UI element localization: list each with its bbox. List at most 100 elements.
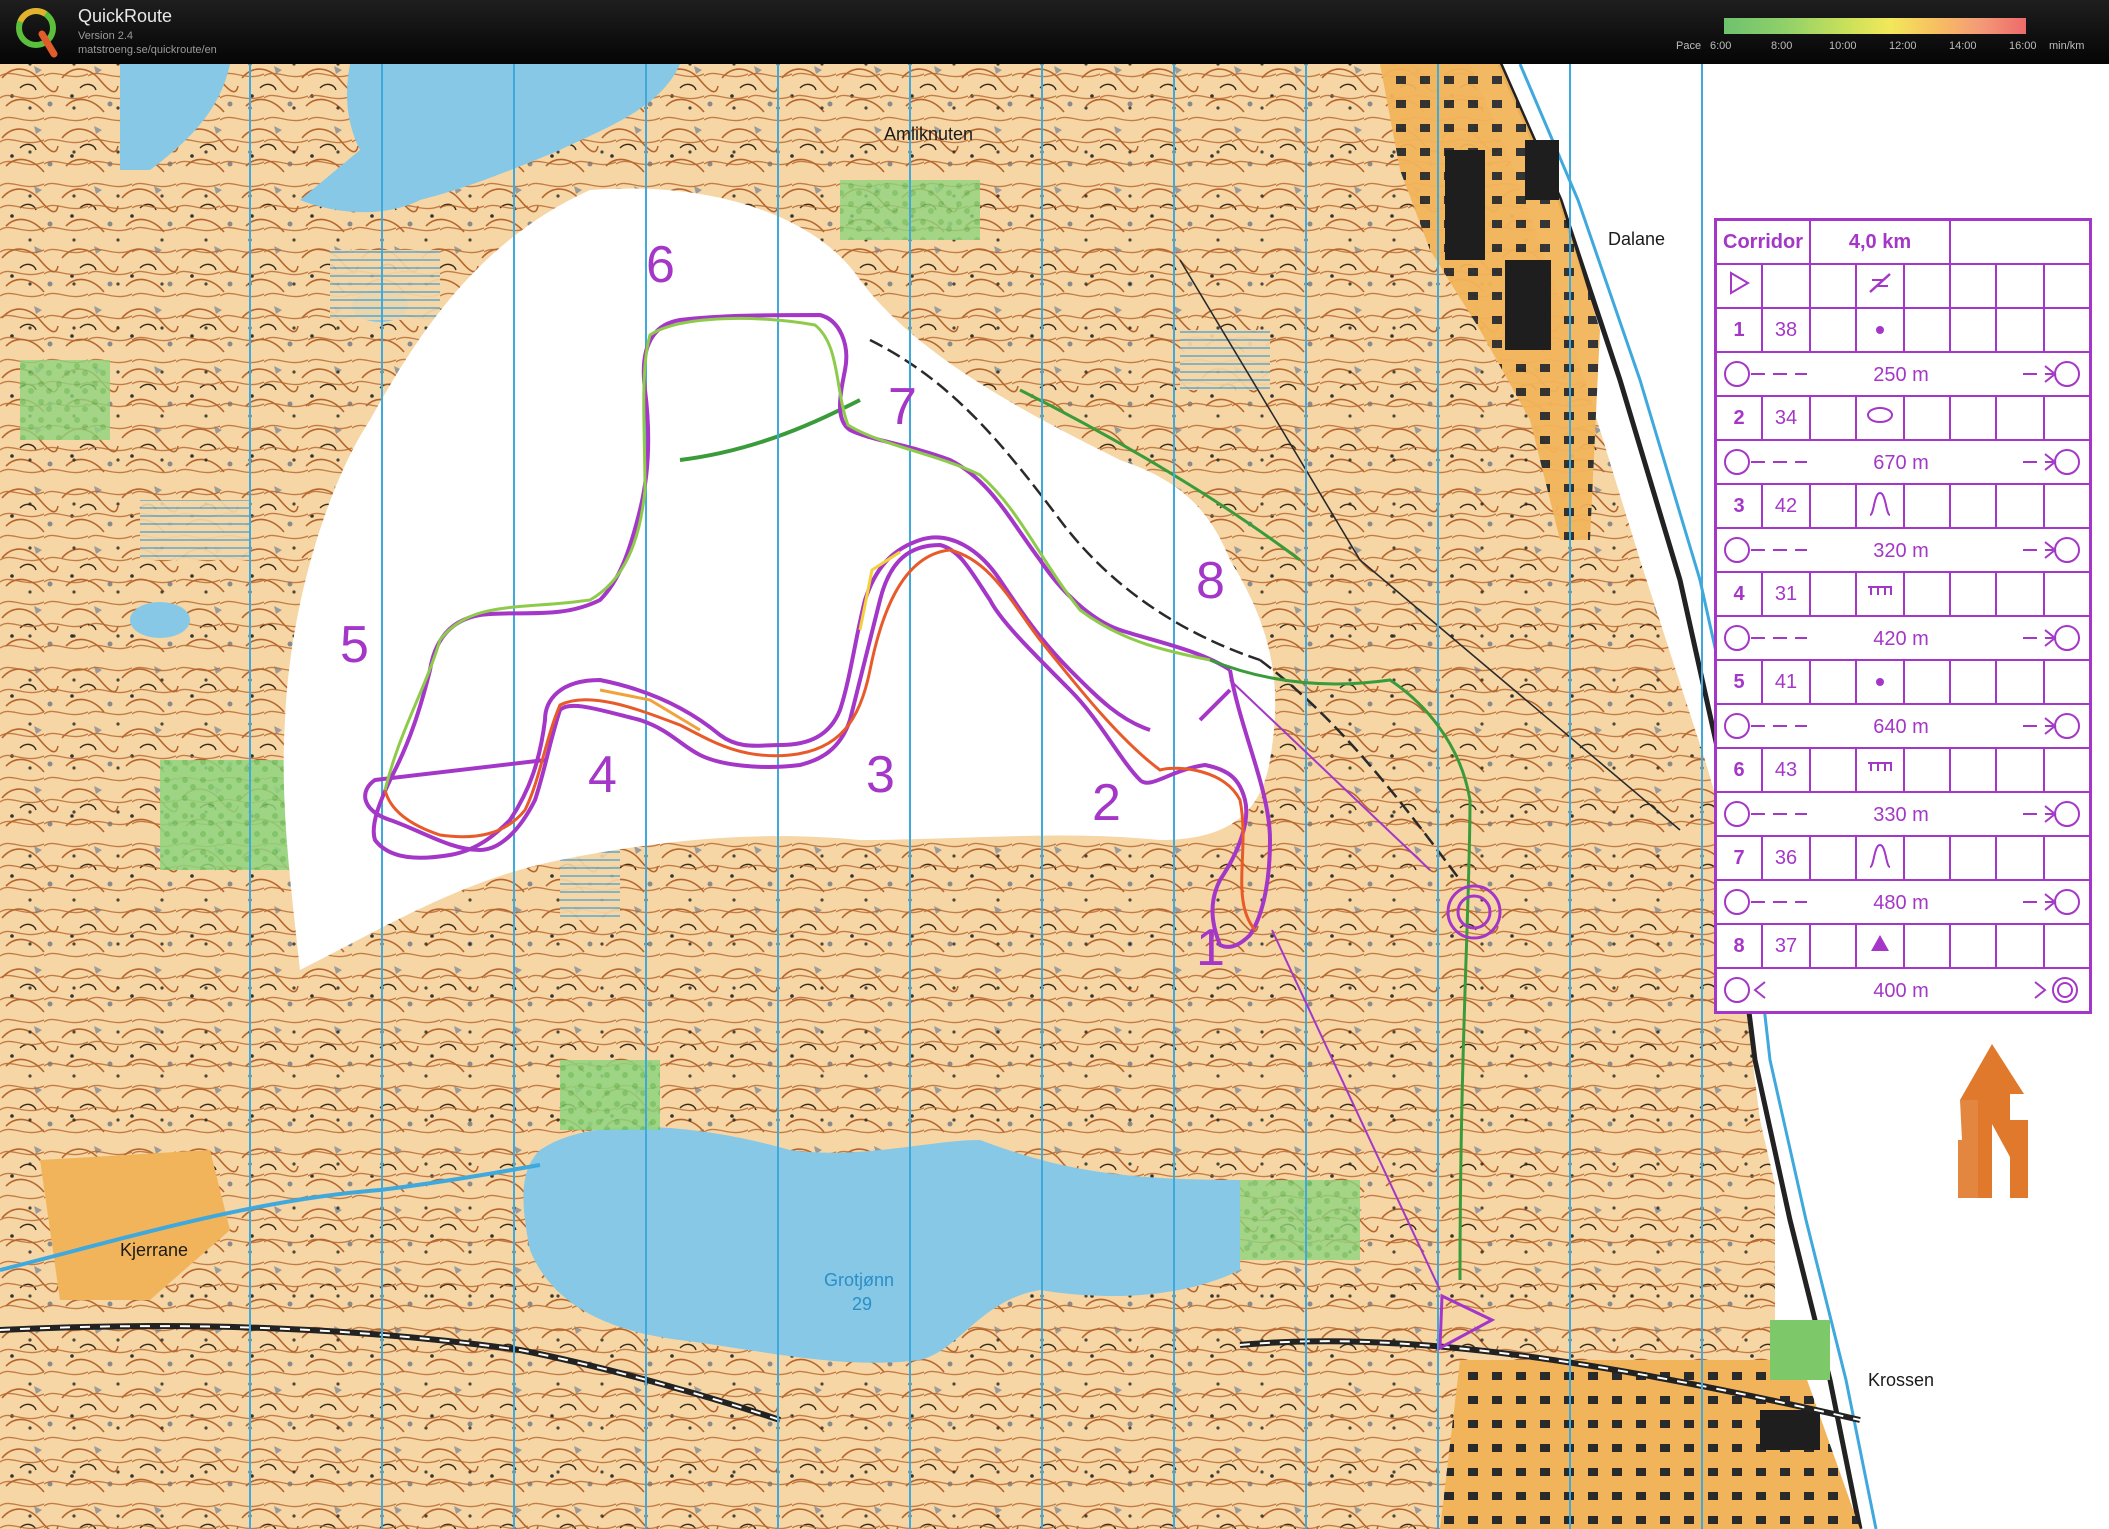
empty-cell <box>1995 307 2045 353</box>
control-row: 3 42 <box>1714 483 2092 529</box>
place-dalane: Dalane <box>1608 229 1665 249</box>
empty-cell <box>2043 659 2092 705</box>
control-number: 3 <box>1714 483 1763 529</box>
control-row: 8 37 <box>1714 923 2092 969</box>
place-krossen: Krossen <box>1868 1370 1934 1390</box>
empty-cell <box>2043 307 2092 353</box>
empty-cell <box>1949 395 1997 441</box>
empty-cell <box>1809 263 1857 309</box>
map-marsh <box>140 500 250 560</box>
empty-cell <box>1809 307 1857 353</box>
empty-cell <box>1949 747 1997 793</box>
control-row: 6 43 <box>1714 747 2092 793</box>
leg-distance: 320 m <box>1873 540 1929 562</box>
leg-row: 480 m <box>1714 879 2092 925</box>
map-building <box>1525 140 1559 200</box>
empty-cell <box>1949 659 1997 705</box>
map-vegetation <box>20 360 110 440</box>
leg-row: 320 m <box>1714 527 2092 573</box>
app-version: Version 2.4 <box>78 30 134 42</box>
leg-cell: 670 m <box>1714 439 2092 485</box>
empty-cell <box>1949 835 1997 881</box>
control-label-6: 6 <box>646 236 675 294</box>
leg-cell: 320 m <box>1714 527 2092 573</box>
control-label-5: 5 <box>340 616 369 674</box>
app-url: matstroeng.se/quickroute/en <box>78 44 217 56</box>
pace-unit: min/km <box>2049 40 2085 52</box>
empty-cell <box>1809 835 1857 881</box>
control-number: 8 <box>1714 923 1763 969</box>
empty-cell <box>1761 263 1811 309</box>
control-number: 2 <box>1714 395 1763 441</box>
empty-cell <box>2043 835 2092 881</box>
leg-row: 420 m <box>1714 615 2092 661</box>
empty-cell <box>1949 263 1997 309</box>
empty-cell <box>1809 483 1857 529</box>
control-code: 36 <box>1761 835 1811 881</box>
leg-row: 640 m <box>1714 703 2092 749</box>
control-code: 31 <box>1761 571 1811 617</box>
empty-cell <box>2043 571 2092 617</box>
control-number: 5 <box>1714 659 1763 705</box>
control-label-2: 2 <box>1092 774 1121 832</box>
place-grotjonn-height: 29 <box>852 1294 872 1314</box>
empty-cell <box>1995 923 2045 969</box>
map-marsh <box>330 250 440 320</box>
empty-cell <box>1903 483 1951 529</box>
control-code: 37 <box>1761 923 1811 969</box>
app-title: QuickRoute <box>78 6 173 26</box>
place-amliknuten: Amliknuten <box>884 124 973 144</box>
leg-distance: 330 m <box>1873 804 1929 826</box>
app-title-bar: QuickRoute Version 2.4 matstroeng.se/qui… <box>0 0 2109 64</box>
control-row: 4 31 <box>1714 571 2092 617</box>
control-code: 38 <box>1761 307 1811 353</box>
map-marsh <box>1180 330 1270 390</box>
pace-tick: 8:00 <box>1771 40 1793 52</box>
empty-cell <box>1995 263 2045 309</box>
place-kjerrane: Kjerrane <box>120 1240 188 1260</box>
leg-distance: 670 m <box>1873 452 1929 474</box>
leg-row: 330 m <box>1714 791 2092 837</box>
place-grotjonn: Grotjønn <box>824 1270 894 1290</box>
empty-cell <box>1809 659 1857 705</box>
empty-cell <box>2043 747 2092 793</box>
triangle-icon <box>1855 923 1905 969</box>
quickroute-logo-icon <box>16 8 58 58</box>
control-code: 34 <box>1761 395 1811 441</box>
start-row <box>1714 263 2092 309</box>
leg-distance: 640 m <box>1873 716 1929 738</box>
ruined-fence-icon <box>1855 571 1905 617</box>
empty-cell <box>1809 747 1857 793</box>
knoll-depression-icon <box>1855 835 1905 881</box>
empty-cell <box>1995 483 2045 529</box>
leg-distance: 400 m <box>1873 980 1929 1002</box>
map-building <box>1505 260 1551 350</box>
empty-cell <box>1949 307 1997 353</box>
control-row: 5 41 <box>1714 659 2092 705</box>
empty-cell <box>1995 395 2045 441</box>
pace-tick: 14:00 <box>1949 40 1977 52</box>
leg-cell: 250 m <box>1714 351 2092 397</box>
control-label-3: 3 <box>866 746 895 804</box>
course-length: 4,0 km <box>1809 218 1951 265</box>
empty-cell <box>1949 483 1997 529</box>
control-label-8: 8 <box>1196 552 1225 610</box>
ellipse-icon <box>1855 395 1905 441</box>
control-description-table: Corridor 4,0 km 1 38 250 m 2 34 670 m 3 … <box>1714 218 2092 1014</box>
empty-cell <box>1903 747 1951 793</box>
empty-cell <box>1995 571 2045 617</box>
control-number: 6 <box>1714 747 1763 793</box>
empty-cell <box>1995 835 2045 881</box>
control-row: 7 36 <box>1714 835 2092 881</box>
map-green-field <box>1770 1320 1830 1380</box>
control-label-4: 4 <box>588 746 617 804</box>
pace-tick: 6:00 <box>1710 40 1732 52</box>
leg-row: 670 m <box>1714 439 2092 485</box>
empty-cell <box>1995 659 2045 705</box>
empty-cell <box>1903 395 1951 441</box>
control-row: 1 38 <box>1714 307 2092 353</box>
pace-color-scale <box>1724 18 2026 34</box>
map-building <box>1760 1410 1820 1450</box>
ruined-fence-icon <box>1855 747 1905 793</box>
control-number: 4 <box>1714 571 1763 617</box>
